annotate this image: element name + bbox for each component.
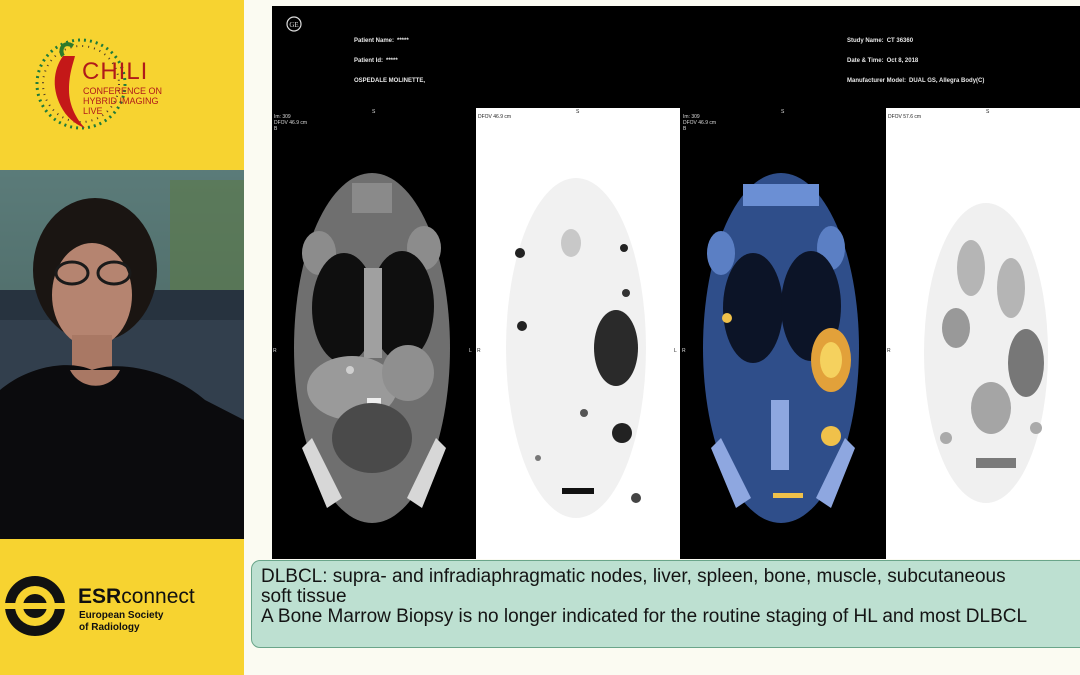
- ct-image: [294, 173, 450, 523]
- date-time-line: Date & Time: Oct 8, 2018: [847, 58, 919, 64]
- esr-logo: [4, 576, 66, 636]
- fused-petct-panel: Im: 309 DFOV 46.9 cm B S R: [681, 108, 885, 559]
- slide-caption: DLBCL: supra- and infradiaphragmatic nod…: [251, 560, 1080, 648]
- ge-logo-icon: GE: [286, 16, 302, 32]
- pet-coronal-panel: DFOV 46.9 cm S R L: [476, 108, 680, 559]
- conference-subtitle: CONFERENCE ON HYBRID IMAGING LIVE: [83, 86, 163, 116]
- ct-coronal-panel: Im: 309 DFOV 46.9 cm B S R L: [272, 108, 476, 559]
- conference-brand-panel: CHILI CONFERENCE ON HYBRID IMAGING LIVE: [0, 0, 244, 170]
- patient-name-line: Patient Name: *****: [354, 38, 409, 44]
- mip-image: [924, 203, 1048, 503]
- manufacturer-line: Manufacturer Model: DUAL GS, Allegra Body…: [847, 78, 985, 84]
- esr-connect-name: ESRconnect: [78, 585, 195, 608]
- esr-tagline: European Society of Radiology: [79, 610, 164, 633]
- pet-image: [506, 178, 646, 518]
- pet-mip-panel: DFOV 57.6 cm S R: [886, 108, 1080, 559]
- pet-ct-viewer: GE Patient Name: ***** Patient Id: ***** O…: [272, 6, 1080, 559]
- svg-text:GE: GE: [289, 21, 298, 29]
- speaker-video: [0, 170, 244, 539]
- caption-line-2: soft tissue: [261, 586, 347, 607]
- institution-line: OSPEDALE MOLINETTE,: [354, 78, 426, 84]
- caption-line-1: DLBCL: supra- and infradiaphragmatic nod…: [261, 566, 1006, 587]
- conference-title: CHILI: [82, 58, 149, 85]
- caption-line-3: A Bone Marrow Biopsy is no longer indica…: [261, 606, 1028, 627]
- patient-id-line: Patient Id: *****: [354, 58, 398, 64]
- study-name-line: Study Name: CT 36360: [847, 38, 914, 44]
- fused-image: [703, 173, 859, 523]
